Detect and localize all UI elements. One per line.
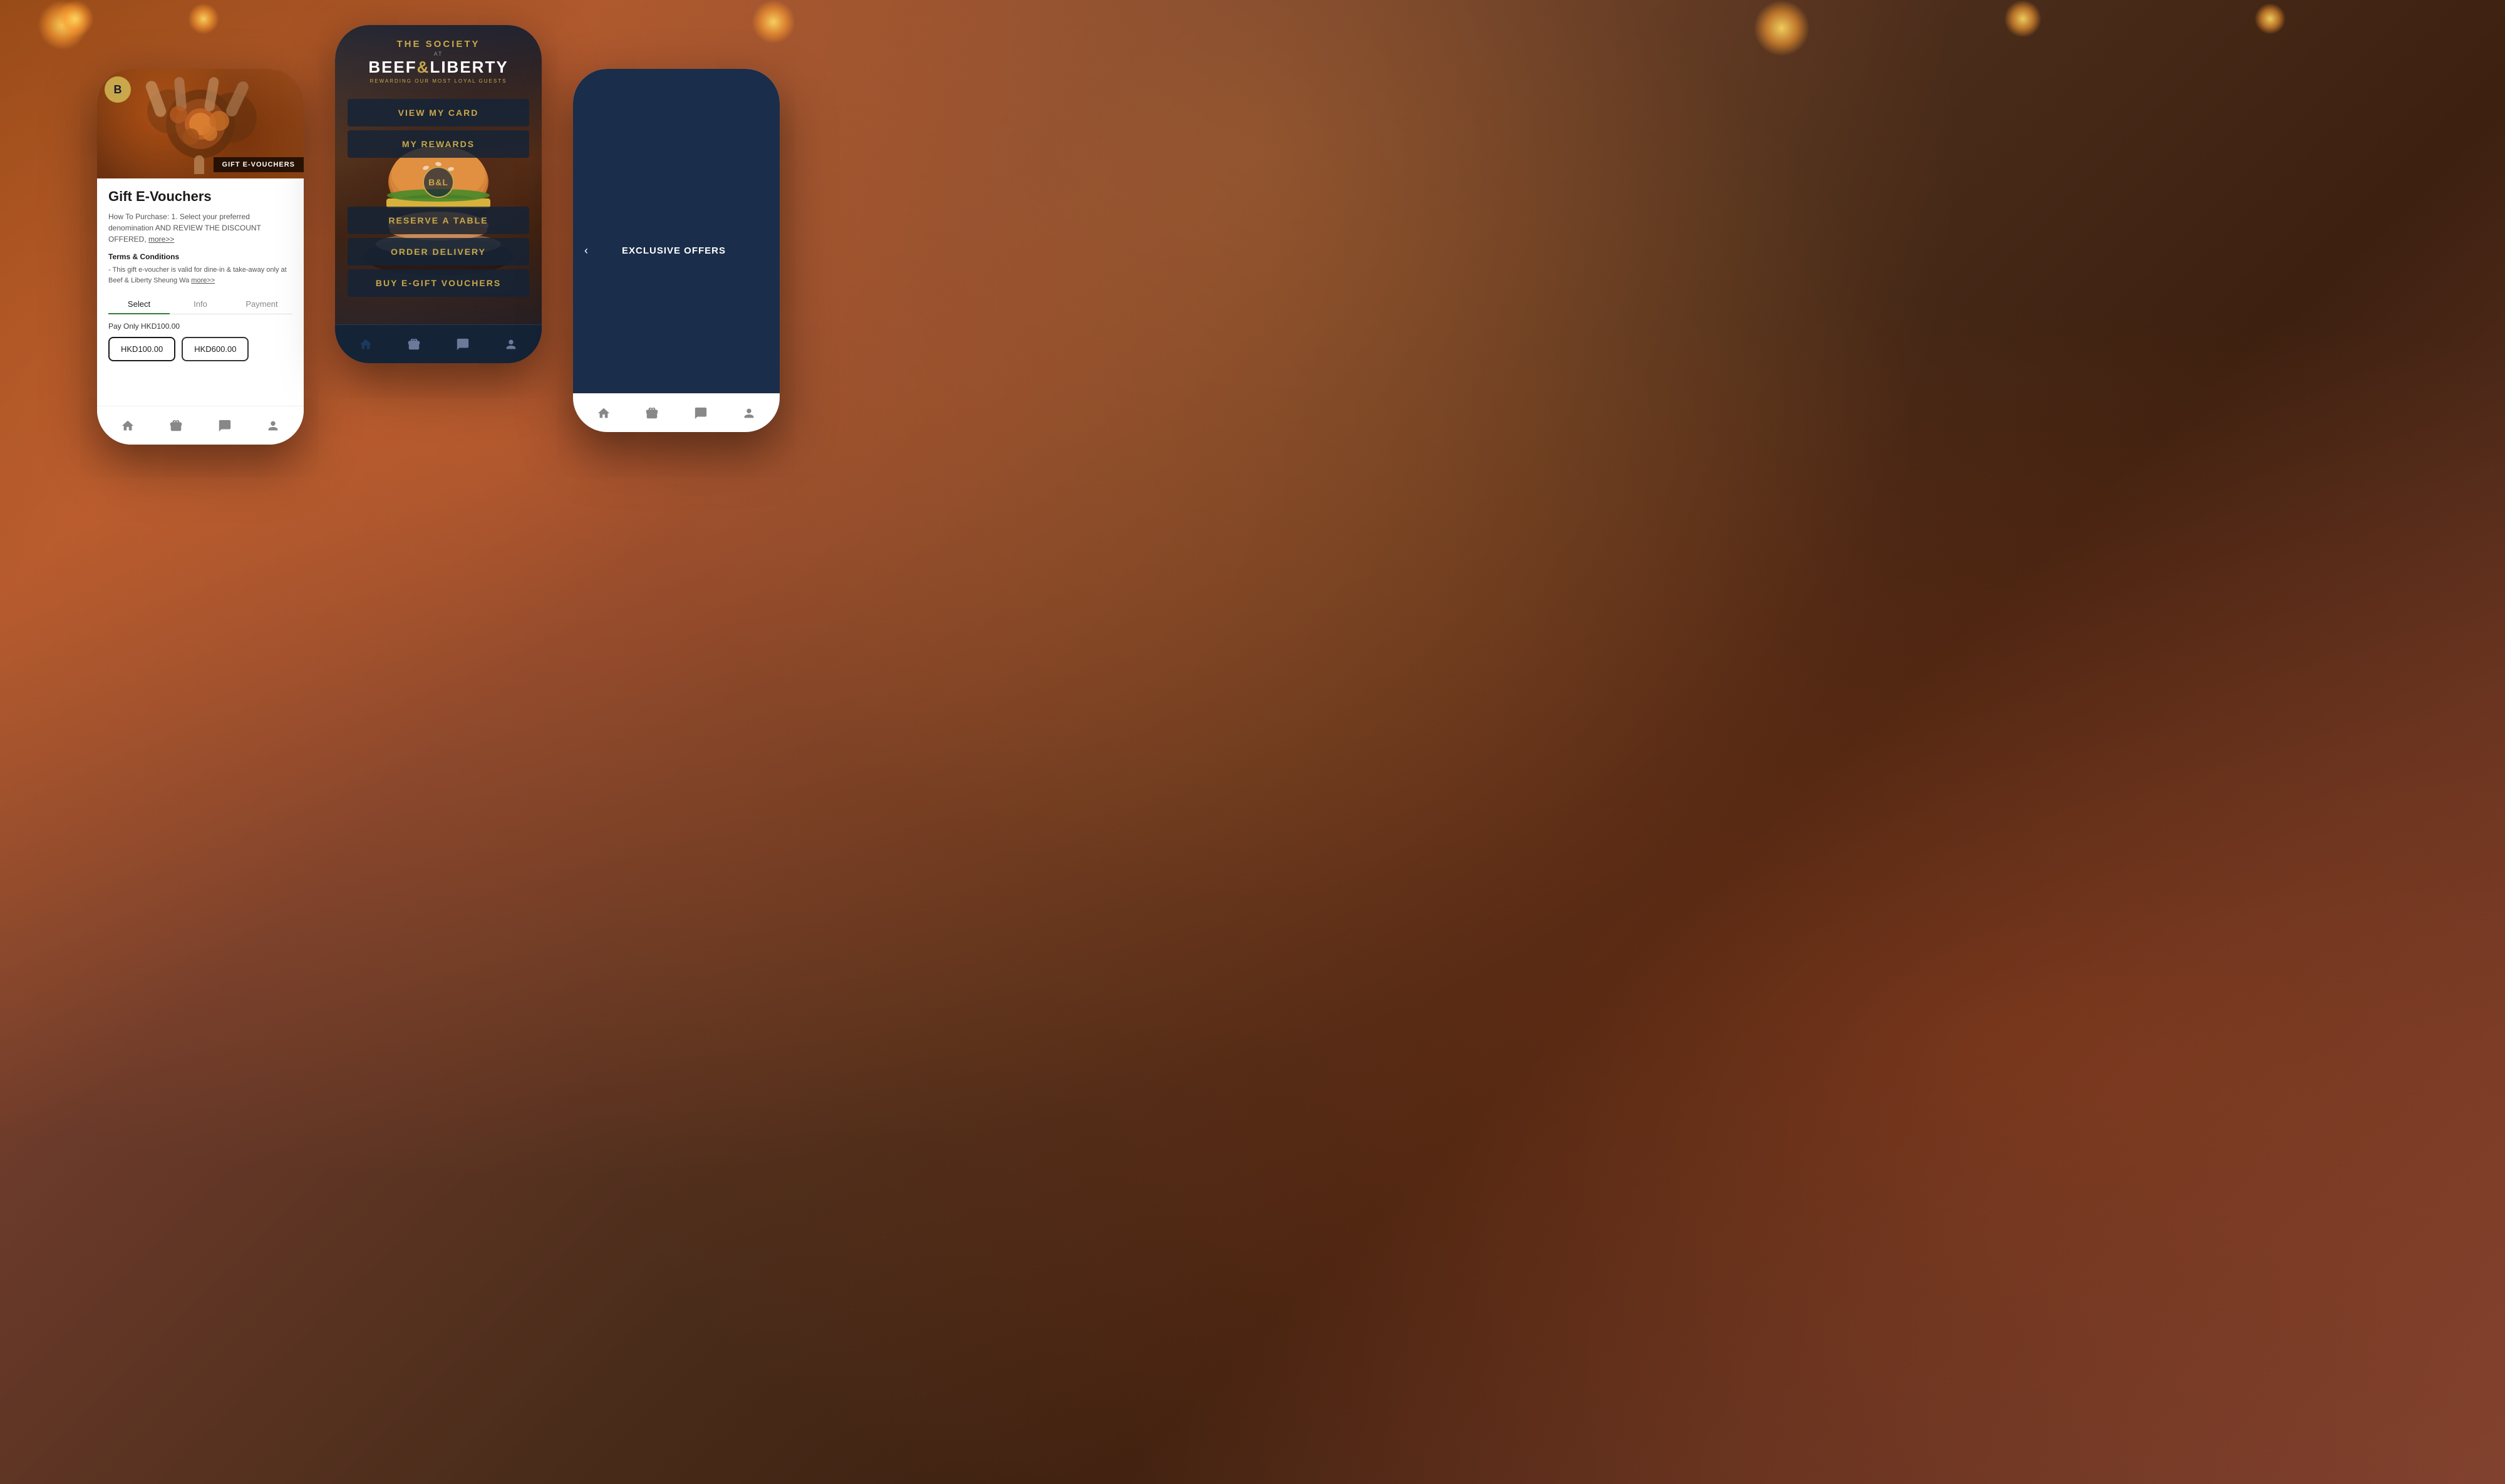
light-7 — [2254, 3, 2286, 34]
voucher-label: GIFT E-VOUCHERS — [214, 157, 304, 172]
bl-logo: B&L — [423, 167, 454, 198]
light-2 — [56, 0, 94, 38]
nav-home[interactable] — [120, 418, 136, 434]
btn-buy-vouchers[interactable]: BUY E-GIFT VOUCHERS — [348, 269, 529, 297]
at-label: AT — [368, 51, 508, 57]
nav-chat-2[interactable] — [455, 336, 471, 353]
nav-chat-3[interactable] — [693, 405, 709, 421]
btn-view-card[interactable]: VIEW MY CARD — [348, 99, 529, 126]
nav-profile[interactable] — [265, 418, 281, 434]
light-5 — [1754, 0, 1810, 56]
phone2-nav — [335, 324, 542, 363]
btn-my-rewards[interactable]: MY REWARDS — [348, 130, 529, 158]
nav-gift[interactable] — [168, 418, 184, 434]
pay-label: Pay Only HKD100.00 — [108, 322, 292, 331]
society-content: THE SOCIETY AT BEEF&LIBERTY REWARDING OU… — [335, 25, 542, 297]
offers-title: EXCLUSIVE OFFERS — [594, 245, 753, 256]
voucher-600[interactable]: HKD600.00 — [182, 337, 249, 361]
tab-payment[interactable]: Payment — [231, 294, 292, 314]
nav-profile-3[interactable] — [741, 405, 757, 421]
nav-chat[interactable] — [217, 418, 233, 434]
phone-society: THE SOCIETY AT BEEF&LIBERTY REWARDING OU… — [335, 25, 542, 363]
voucher-tabs: Select Info Payment — [108, 294, 292, 314]
nav-home-active[interactable] — [358, 336, 374, 353]
phones-container: B GIFT E-VOUCHERS Gift E-Vouchers How To… — [97, 69, 780, 445]
nav-profile-2[interactable] — [503, 336, 519, 353]
nav-home-3[interactable] — [596, 405, 612, 421]
light-6 — [2004, 0, 2042, 38]
phone3-nav — [573, 393, 780, 432]
voucher-description: How To Purchase: 1. Select your preferre… — [108, 211, 292, 245]
phone1-nav — [97, 406, 304, 445]
voucher-options: HKD100.00 HKD600.00 — [108, 337, 292, 361]
tab-info[interactable]: Info — [170, 294, 231, 314]
light-3 — [188, 3, 219, 34]
voucher-100[interactable]: HKD100.00 — [108, 337, 175, 361]
back-button[interactable]: ‹ — [584, 244, 588, 257]
btn-order-delivery[interactable]: ORDER DELIVERY — [348, 238, 529, 265]
voucher-title: Gift E-Vouchers — [108, 188, 292, 205]
voucher-content: Gift E-Vouchers How To Purchase: 1. Sele… — [97, 178, 304, 361]
society-label: THE SOCIETY — [368, 39, 508, 49]
tab-select[interactable]: Select — [108, 294, 170, 314]
more-link-2[interactable]: more>> — [191, 277, 215, 284]
light-4 — [752, 0, 795, 44]
nav-gift-3[interactable] — [644, 405, 660, 421]
menu-buttons: VIEW MY CARD MY REWARDS B&L RESERVE A TA… — [348, 99, 529, 297]
rewarding-text: REWARDING OUR MOST LOYAL GUESTS — [368, 78, 508, 84]
beef-liberty-title: BEEF&LIBERTY — [368, 58, 508, 76]
terms-title: Terms & Conditions — [108, 252, 292, 261]
phone-exclusive-offers: ‹ EXCLUSIVE OFFERS INDULGE IN A LIBERTY … — [573, 69, 780, 432]
terms-text: - This gift e-voucher is valid for dine-… — [108, 265, 292, 286]
offers-header: ‹ EXCLUSIVE OFFERS — [573, 69, 780, 432]
phone-gift-vouchers: B GIFT E-VOUCHERS Gift E-Vouchers How To… — [97, 69, 304, 445]
btn-reserve-table[interactable]: RESERVE A TABLE — [348, 207, 529, 234]
nav-gift-2[interactable] — [406, 336, 422, 353]
more-link-1[interactable]: more>> — [148, 235, 174, 244]
logo-area: THE SOCIETY AT BEEF&LIBERTY REWARDING OU… — [368, 39, 508, 84]
brand-badge: B — [105, 76, 131, 103]
hero-image: B GIFT E-VOUCHERS — [97, 69, 304, 178]
